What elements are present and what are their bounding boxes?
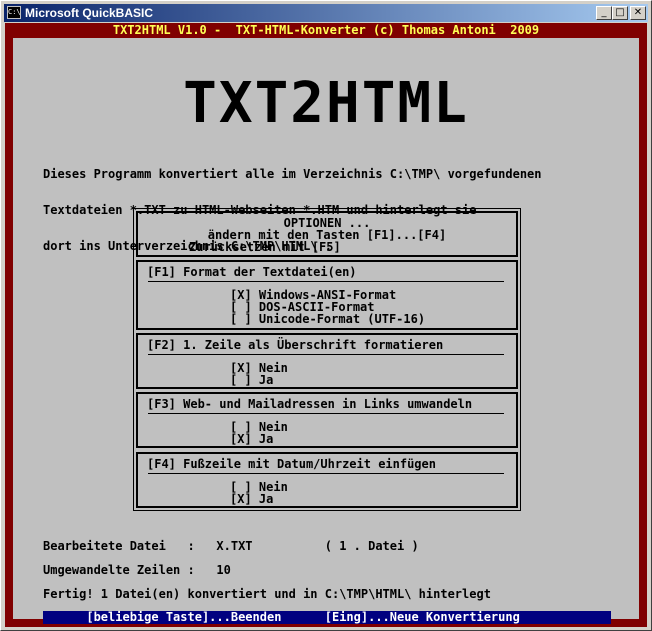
option-item-f2-ja[interactable]: [ ] Ja (230, 374, 273, 386)
program-logo: TXT2HTML (183, 71, 469, 136)
status-done-message: Fertig! 1 Datei(en) konvertiert und in C… (43, 587, 491, 601)
option-item-unicode[interactable]: [ ] Unicode-Format (UTF-16) (230, 313, 425, 325)
program-header: TXT2HTML V1.0 - TXT-HTML-Konverter (c) T… (112, 23, 540, 37)
maximize-button[interactable]: □ (612, 6, 628, 20)
close-button[interactable]: ✕ (630, 6, 646, 20)
window-titlebar[interactable]: C:\ Microsoft QuickBASIC _ □ ✕ (4, 4, 648, 22)
option-panel-f3: [F3] Web- und Mailadressen in Links umwa… (136, 392, 518, 448)
divider (148, 281, 504, 282)
options-reset-hint: Zurücksetzen mit [F5] (189, 240, 341, 254)
intro-line: Dieses Programm konvertiert alle im Verz… (43, 167, 542, 181)
options-box: OPTIONEN ... ändern mit den Tasten [F1].… (133, 208, 521, 511)
option-item-f4-ja[interactable]: [X] Ja (230, 493, 273, 505)
minimize-button[interactable]: _ (596, 6, 612, 20)
option-title-f4: [F4] Fußzeile mit Datum/Uhrzeit einfügen (147, 457, 436, 471)
status-current-file: Bearbeitete Datei : X.TXT ( 1 . Datei ) (43, 539, 419, 553)
option-title-f2: [F2] 1. Zeile als Überschrift formatiere… (147, 338, 444, 352)
console-icon: C:\ (7, 6, 21, 19)
divider (148, 473, 504, 474)
divider (148, 413, 504, 414)
divider (148, 354, 504, 355)
option-item-f3-ja[interactable]: [X] Ja (230, 433, 273, 445)
key-hint-bar: [beliebige Taste]...Beenden [Eing]...Neu… (43, 611, 611, 624)
window-title: Microsoft QuickBASIC (25, 6, 154, 20)
console-screen: TXT2HTML V1.0 - TXT-HTML-Konverter (c) T… (5, 23, 647, 627)
option-panel-f4: [F4] Fußzeile mit Datum/Uhrzeit einfügen… (136, 452, 518, 508)
option-title-f1: [F1] Format der Textdatei(en) (147, 265, 357, 279)
option-panel-f2: [F2] 1. Zeile als Überschrift formatiere… (136, 333, 518, 389)
app-window: C:\ Microsoft QuickBASIC _ □ ✕ TXT2HTML … (0, 0, 652, 631)
main-panel: TXT2HTML Dieses Programm konvertiert all… (13, 38, 639, 624)
status-converted-lines: Umgewandelte Zeilen : 10 (43, 563, 231, 577)
option-panel-f1: [F1] Format der Textdatei(en) [X] Window… (136, 260, 518, 330)
option-title-f3: [F3] Web- und Mailadressen in Links umwa… (147, 397, 473, 411)
options-header-panel: OPTIONEN ... ändern mit den Tasten [F1].… (136, 211, 518, 257)
